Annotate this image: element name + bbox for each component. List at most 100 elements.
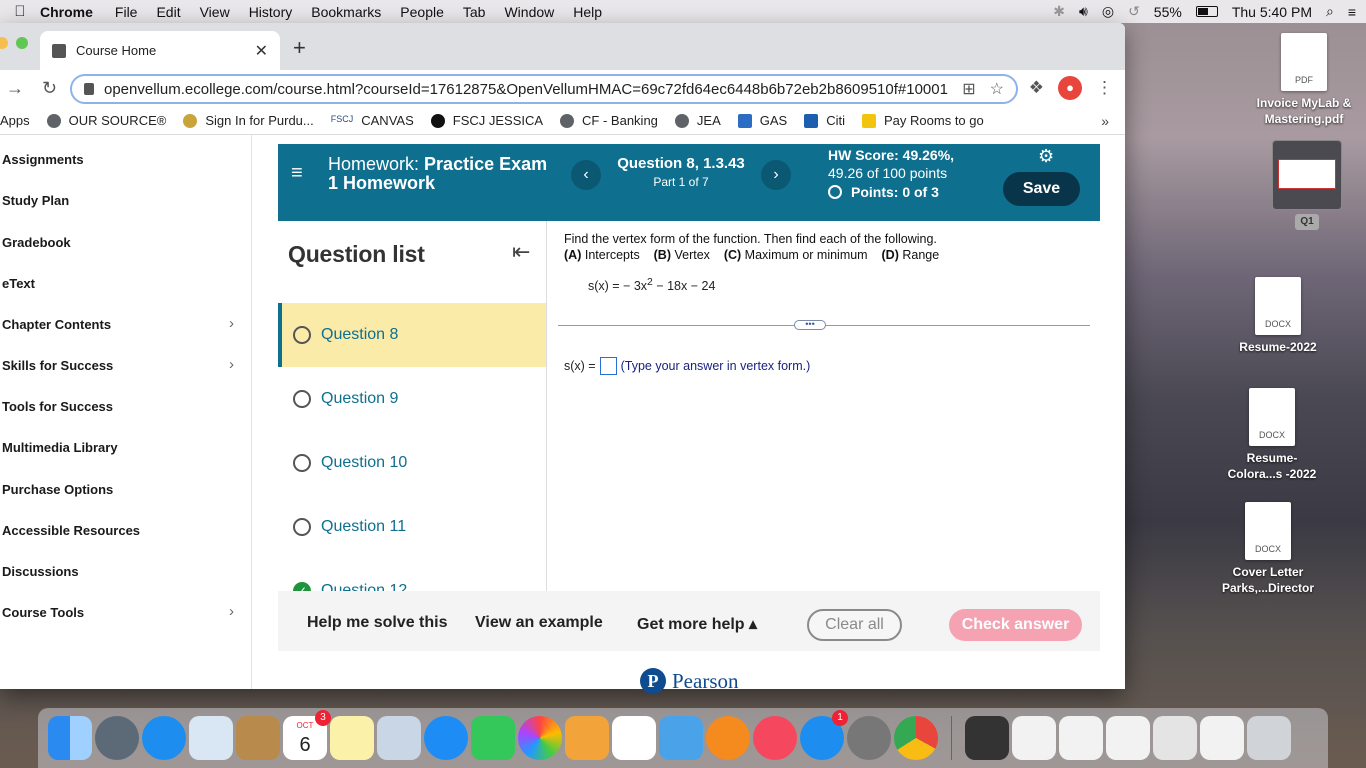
clear-all-button[interactable]: Clear all — [807, 609, 902, 641]
menu-window[interactable]: Window — [504, 4, 554, 20]
qr-code-icon[interactable]: ⊞ — [962, 79, 975, 99]
menu-edit[interactable]: Edit — [156, 4, 180, 20]
question-list-item[interactable]: Question 10 — [278, 431, 546, 495]
sidebar-item-tools-for-success[interactable]: Tools for Success — [2, 399, 242, 414]
bookmark-jea[interactable]: JEA — [674, 113, 721, 128]
minimized-window-thumbnail[interactable] — [1106, 716, 1150, 760]
desktop-file-resume-2022[interactable]: DOCX Resume-2022 — [1228, 277, 1328, 355]
screen-share-icon[interactable]: ◎ — [1102, 3, 1114, 20]
window-zoom-button[interactable] — [16, 37, 28, 49]
save-button[interactable]: Save — [1003, 172, 1080, 206]
profile-avatar[interactable]: ● — [1058, 76, 1082, 100]
question-list-item[interactable]: Question 8 — [278, 303, 546, 367]
close-tab-icon[interactable]: ✕ — [255, 41, 268, 61]
bookmark-fscj-jessica[interactable]: FSCJ JESSICA — [430, 113, 543, 128]
sidebar-item-purchase-options[interactable]: Purchase Options — [2, 482, 242, 497]
collapse-panel-icon[interactable]: ⇤ — [512, 239, 530, 265]
minimized-window-thumbnail[interactable] — [1059, 716, 1103, 760]
bookmark-canvas[interactable]: FSCJ CANVAS — [331, 113, 414, 128]
numbers-icon[interactable] — [612, 716, 656, 760]
photos-icon[interactable] — [518, 716, 562, 760]
bookmark-rooms-to-go[interactable]: Pay Rooms to go — [862, 113, 984, 128]
forward-arrow-icon[interactable]: → — [6, 78, 32, 99]
sidebar-item-etext[interactable]: eText — [2, 276, 242, 291]
sidebar-item-course-tools[interactable]: Course Tools › — [2, 603, 242, 620]
music-icon[interactable] — [753, 716, 797, 760]
apple-icon[interactable]:  — [0, 3, 40, 20]
menu-tab[interactable]: Tab — [463, 4, 486, 20]
sidebar-item-multimedia-library[interactable]: Multimedia Library — [2, 440, 242, 455]
preview-icon[interactable] — [377, 716, 421, 760]
sidebar-item-study-plan[interactable]: Study Plan — [2, 193, 242, 208]
reload-icon[interactable]: ↻ — [42, 78, 68, 99]
sidebar-item-assignments[interactable]: Assignments — [2, 152, 242, 167]
minimized-window-thumbnail[interactable] — [965, 716, 1009, 760]
menu-history[interactable]: History — [249, 4, 293, 20]
question-list-item[interactable]: ✓ Question 12 — [278, 559, 546, 591]
facetime-icon[interactable] — [471, 716, 515, 760]
bookmark-star-icon[interactable]: ☆ — [990, 79, 1004, 99]
menu-view[interactable]: View — [200, 4, 230, 20]
mail-icon[interactable] — [189, 716, 233, 760]
desktop-file-invoice-pdf[interactable]: PDF Invoice MyLab & Mastering.pdf — [1246, 33, 1362, 127]
expand-more-icon[interactable]: ••• — [794, 320, 826, 330]
address-bar[interactable]: openvellum.ecollege.com/course.html?cour… — [70, 74, 1018, 104]
chevron-right-icon[interactable]: › — [229, 315, 234, 332]
messages-icon[interactable] — [424, 716, 468, 760]
gear-icon[interactable]: ⚙ — [1038, 146, 1054, 167]
sidebar-item-chapter-contents[interactable]: Chapter Contents › — [2, 315, 242, 332]
volume-icon[interactable]: 🔊︎ — [1079, 3, 1088, 20]
bookmark-gas[interactable]: GAS — [737, 113, 787, 128]
new-tab-button[interactable]: + — [293, 35, 306, 61]
clock[interactable]: Thu 5:40 PM — [1232, 4, 1312, 20]
battery-percent[interactable]: 55% — [1154, 4, 1182, 20]
sidebar-item-discussions[interactable]: Discussions — [2, 564, 242, 579]
desktop-file-resume-colorado[interactable]: DOCX Resume-Colora...s -2022 — [1220, 388, 1324, 482]
chevron-right-icon[interactable]: › — [229, 356, 234, 373]
calendar-icon[interactable]: OCT 6 3 — [283, 710, 331, 760]
help-me-solve-button[interactable]: Help me solve this — [307, 614, 448, 632]
extensions-puzzle-icon[interactable]: ❖ — [1029, 78, 1044, 98]
bookmark-purdue[interactable]: Sign In for Purdu... — [183, 113, 314, 128]
time-machine-icon[interactable]: ↺ — [1128, 3, 1140, 20]
menu-file[interactable]: File — [115, 4, 138, 20]
question-list-item[interactable]: Question 9 — [278, 367, 546, 431]
menu-help[interactable]: Help — [573, 4, 602, 20]
bookmarks-overflow-icon[interactable]: » — [1101, 113, 1109, 129]
sidebar-item-skills-for-success[interactable]: Skills for Success › — [2, 356, 242, 373]
safari-icon[interactable] — [142, 716, 186, 760]
bluetooth-icon[interactable]: ✱ — [1053, 3, 1065, 20]
launchpad-icon[interactable] — [95, 716, 139, 760]
answer-input[interactable] — [599, 357, 617, 375]
menu-people[interactable]: People — [400, 4, 444, 20]
app-store-icon[interactable]: 1 — [800, 710, 848, 760]
question-list-item[interactable]: Question 11 — [278, 495, 546, 559]
lock-icon[interactable] — [84, 83, 94, 95]
minimized-window-thumbnail[interactable] — [1012, 716, 1056, 760]
spotlight-search-icon[interactable]: ⌕ — [1326, 3, 1334, 20]
trash-icon[interactable] — [1247, 716, 1291, 760]
bookmark-our-source[interactable]: OUR SOURCE® — [46, 113, 166, 128]
bookmark-apps[interactable]: Apps — [0, 113, 30, 128]
minimized-window-thumbnail[interactable] — [1200, 716, 1244, 760]
system-preferences-icon[interactable] — [847, 716, 891, 760]
url-text[interactable]: openvellum.ecollege.com/course.html?cour… — [104, 81, 948, 98]
menu-app-name[interactable]: Chrome — [40, 4, 93, 20]
check-answer-button[interactable]: Check answer — [949, 609, 1082, 641]
pages-icon[interactable] — [565, 716, 609, 760]
keynote-icon[interactable] — [659, 716, 703, 760]
browser-tab-course-home[interactable]: Course Home ✕ — [40, 31, 280, 70]
battery-icon[interactable] — [1195, 6, 1218, 17]
window-minimize-button[interactable] — [0, 37, 8, 49]
menu-bookmarks[interactable]: Bookmarks — [311, 4, 381, 20]
next-question-button[interactable]: › — [761, 160, 791, 190]
books-icon[interactable] — [706, 716, 750, 760]
notification-center-icon[interactable]: ≡ — [1348, 4, 1356, 20]
chrome-menu-icon[interactable]: ⋮ — [1096, 78, 1113, 98]
bookmark-citi[interactable]: Citi — [804, 113, 845, 128]
desktop-screenshot-q1[interactable]: Q1 — [1266, 140, 1348, 230]
desktop-file-cover-letter[interactable]: DOCX Cover Letter Parks,...Director — [1212, 502, 1324, 596]
hamburger-menu-icon[interactable]: ≡ — [291, 162, 303, 185]
view-example-button[interactable]: View an example — [475, 614, 603, 632]
sidebar-item-accessible-resources[interactable]: Accessible Resources — [2, 523, 242, 538]
